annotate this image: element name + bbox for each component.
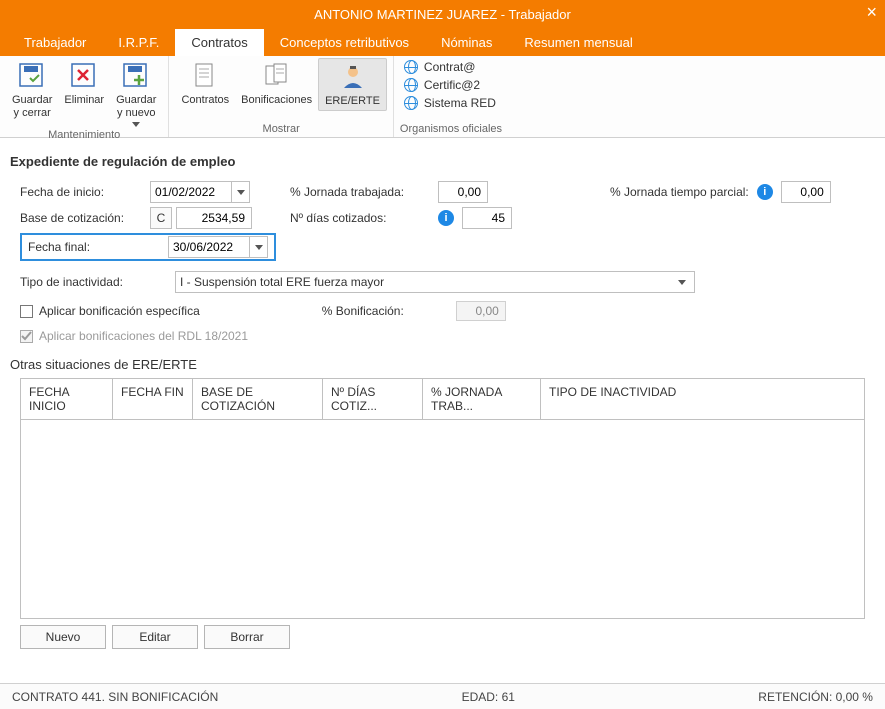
guardar-nuevo-button[interactable]: Guardar y nuevo xyxy=(110,58,162,129)
section-title: Expediente de regulación de empleo xyxy=(0,138,885,179)
tab-bar: Trabajador I.R.P.F. Contratos Conceptos … xyxy=(0,28,885,56)
globe-icon xyxy=(404,96,418,110)
ribbon-label-mantenimiento: Mantenimiento xyxy=(6,129,162,143)
tab-contratos[interactable]: Contratos xyxy=(175,29,263,56)
ere-label: ERE/ERTE xyxy=(325,95,380,108)
editar-button[interactable]: Editar xyxy=(112,625,198,649)
ribbon-group-mostrar: Contratos Bonificaciones ERE/ERTE Mostra… xyxy=(169,56,393,137)
titlebar: ANTONIO MARTINEZ JUAREZ - Trabajador × xyxy=(0,0,885,28)
ribbon-group-organismos: Contrat@ Certific@2 Sistema RED Organism… xyxy=(394,56,508,137)
chevron-down-icon xyxy=(132,122,140,127)
chevron-down-icon xyxy=(237,190,245,195)
globe-icon xyxy=(404,78,418,92)
grid-buttons: Nuevo Editar Borrar xyxy=(0,619,885,655)
statusbar: CONTRATO 441. SIN BONIFICACIÓN EDAD: 61 … xyxy=(0,683,885,709)
fecha-inicio-input[interactable] xyxy=(150,181,250,203)
certific-link[interactable]: Certific@2 xyxy=(400,76,500,94)
contrat-label: Contrat@ xyxy=(424,60,476,74)
status-retencion: RETENCIÓN: 0,00 % xyxy=(758,690,873,704)
aplicar-bon-checkbox[interactable] xyxy=(20,305,33,318)
save-close-icon xyxy=(16,60,48,92)
fecha-final-label: Fecha final: xyxy=(28,240,168,254)
tab-irpf[interactable]: I.R.P.F. xyxy=(102,29,175,56)
base-cot-calc-button[interactable]: C xyxy=(150,207,172,229)
globe-icon xyxy=(404,60,418,74)
ribbon-label-mostrar: Mostrar xyxy=(175,123,386,137)
pct-parcial-input[interactable] xyxy=(781,181,831,203)
person-icon xyxy=(337,61,369,93)
col-fecha-fin[interactable]: FECHA FIN xyxy=(113,379,193,419)
tab-conceptos[interactable]: Conceptos retributivos xyxy=(264,29,425,56)
eliminar-label: Eliminar xyxy=(64,94,104,107)
document-icon xyxy=(189,60,221,92)
nuevo-button[interactable]: Nuevo xyxy=(20,625,106,649)
chevron-down-icon xyxy=(678,280,686,285)
save-new-icon xyxy=(120,60,152,92)
bonificaciones-button[interactable]: Bonificaciones xyxy=(235,58,318,109)
borrar-button[interactable]: Borrar xyxy=(204,625,290,649)
tab-nominas[interactable]: Nóminas xyxy=(425,29,508,56)
col-tipo[interactable]: TIPO DE INACTIVIDAD xyxy=(541,379,864,419)
pct-jornada-input[interactable] xyxy=(438,181,488,203)
fecha-final-highlighted-row: Fecha final: xyxy=(20,233,276,261)
tab-trabajador[interactable]: Trabajador xyxy=(8,29,102,56)
tipo-inact-value: I - Suspensión total ERE fuerza mayor xyxy=(180,275,384,289)
certific-label: Certific@2 xyxy=(424,78,480,92)
fecha-inicio-dropdown[interactable] xyxy=(231,182,249,202)
info-icon[interactable]: i xyxy=(757,184,773,200)
grid-body[interactable] xyxy=(21,420,864,618)
otras-title: Otras situaciones de ERE/ERTE xyxy=(0,343,885,378)
tipo-inact-label: Tipo de inactividad: xyxy=(20,275,175,289)
col-base[interactable]: BASE DE COTIZACIÓN xyxy=(193,379,323,419)
fecha-final-dropdown[interactable] xyxy=(249,237,267,257)
fecha-inicio-field[interactable] xyxy=(151,182,231,202)
num-dias-label: Nº días cotizados: xyxy=(290,211,430,225)
contrat-link[interactable]: Contrat@ xyxy=(400,58,500,76)
contratos-button[interactable]: Contratos xyxy=(175,58,235,109)
col-jornada[interactable]: % JORNADA TRAB... xyxy=(423,379,541,419)
tipo-inact-dropdown[interactable] xyxy=(674,280,690,285)
grid-header: FECHA INICIO FECHA FIN BASE DE COTIZACIÓ… xyxy=(21,379,864,420)
num-dias-input[interactable] xyxy=(462,207,512,229)
pct-bon-label: % Bonificación: xyxy=(322,304,404,318)
form-area: Fecha de inicio: % Jornada trabajada: % … xyxy=(0,179,885,343)
pct-parcial-label: % Jornada tiempo parcial: xyxy=(610,185,749,199)
bonificaciones-label: Bonificaciones xyxy=(241,94,312,107)
status-left: CONTRATO 441. SIN BONIFICACIÓN xyxy=(12,690,218,704)
close-icon[interactable]: × xyxy=(866,2,877,23)
base-cot-label: Base de cotización: xyxy=(20,211,150,225)
aplicar-rdl-checkbox xyxy=(20,330,33,343)
pct-bon-input xyxy=(456,301,506,321)
fecha-final-field[interactable] xyxy=(169,237,249,257)
delete-icon xyxy=(68,60,100,92)
fecha-final-input[interactable] xyxy=(168,236,268,258)
sistema-red-link[interactable]: Sistema RED xyxy=(400,94,500,112)
window-title: ANTONIO MARTINEZ JUAREZ - Trabajador xyxy=(314,7,571,22)
col-fecha-inicio[interactable]: FECHA INICIO xyxy=(21,379,113,419)
base-cot-input[interactable] xyxy=(176,207,252,229)
ribbon-label-organismos: Organismos oficiales xyxy=(400,123,502,137)
ribbon: Guardar y cerrar Eliminar Guardar y nuev… xyxy=(0,56,885,138)
guardar-cerrar-button[interactable]: Guardar y cerrar xyxy=(6,58,58,122)
fecha-inicio-label: Fecha de inicio: xyxy=(20,185,150,199)
contratos-label: Contratos xyxy=(181,94,229,107)
guardar-nuevo-label: Guardar y nuevo xyxy=(116,94,156,120)
guardar-cerrar-label: Guardar y cerrar xyxy=(12,94,52,120)
grid: FECHA INICIO FECHA FIN BASE DE COTIZACIÓ… xyxy=(20,378,865,619)
eliminar-button[interactable]: Eliminar xyxy=(58,58,110,109)
aplicar-rdl-label: Aplicar bonificaciones del RDL 18/2021 xyxy=(39,329,248,343)
pct-jornada-label: % Jornada trabajada: xyxy=(290,185,430,199)
tipo-inact-select[interactable]: I - Suspensión total ERE fuerza mayor xyxy=(175,271,695,293)
ere-erte-button[interactable]: ERE/ERTE xyxy=(318,58,387,111)
documents-icon xyxy=(261,60,293,92)
aplicar-bon-label: Aplicar bonificación específica xyxy=(39,304,200,318)
info-icon[interactable]: i xyxy=(438,210,454,226)
tab-resumen[interactable]: Resumen mensual xyxy=(508,29,648,56)
col-dias[interactable]: Nº DÍAS COTIZ... xyxy=(323,379,423,419)
status-edad: EDAD: 61 xyxy=(462,690,515,704)
chevron-down-icon xyxy=(255,245,263,250)
ribbon-group-mantenimiento: Guardar y cerrar Eliminar Guardar y nuev… xyxy=(0,56,169,137)
sistema-red-label: Sistema RED xyxy=(424,96,496,110)
